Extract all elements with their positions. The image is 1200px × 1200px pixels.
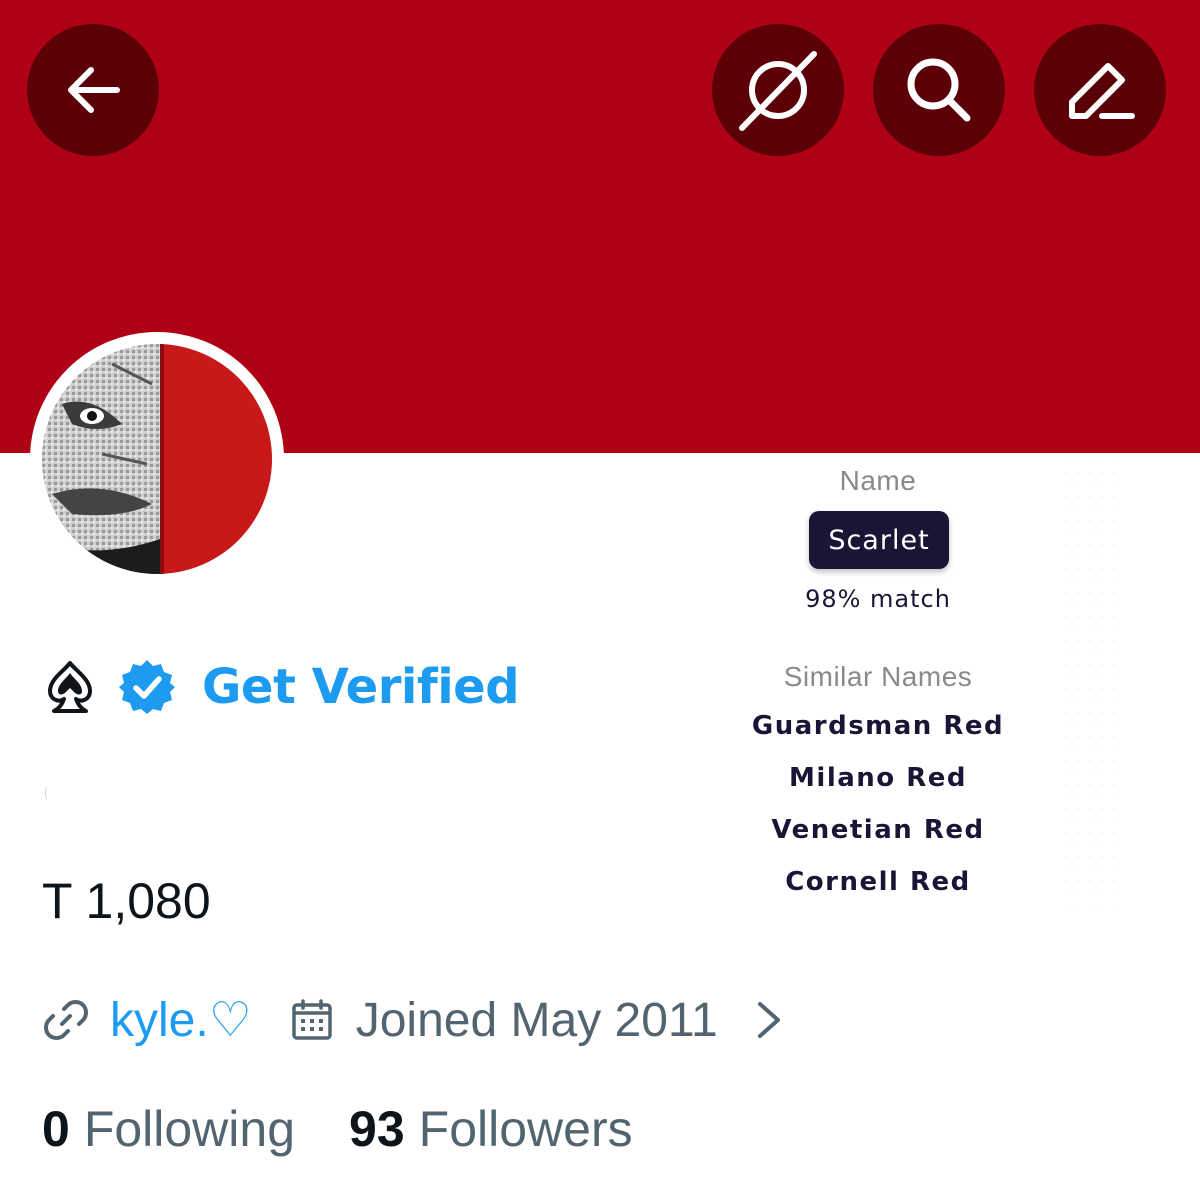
arrow-left-icon xyxy=(68,67,120,113)
match-percent: 98% match xyxy=(805,585,951,613)
followers-label: Followers xyxy=(418,1101,633,1157)
bio-placeholder xyxy=(45,786,50,800)
search-button[interactable] xyxy=(873,24,1005,156)
following-label: Following xyxy=(83,1101,296,1157)
color-name-chip[interactable]: Scarlet xyxy=(809,511,949,569)
grok-icon xyxy=(739,51,817,131)
t-count: T 1,080 xyxy=(42,873,211,929)
follow-stats: 0 Following 93 Followers xyxy=(42,1094,633,1164)
edit-pencil-icon xyxy=(1069,63,1135,119)
profile-meta-row: kyle.♡ Joined May 2011 xyxy=(42,985,784,1055)
edit-button[interactable] xyxy=(1034,24,1166,156)
similar-name-item[interactable]: Cornell Red xyxy=(700,867,1056,897)
spade-icon xyxy=(48,661,92,713)
album-art-avatar xyxy=(42,344,272,574)
joined-date: Joined May 2011 xyxy=(355,993,718,1047)
similar-name-item[interactable]: Venetian Red xyxy=(700,815,1056,845)
link-icon xyxy=(44,1000,88,1040)
chevron-right-icon[interactable] xyxy=(754,998,784,1042)
name-heading: Name xyxy=(839,465,917,496)
back-button[interactable] xyxy=(27,24,159,156)
avatar[interactable] xyxy=(42,344,272,574)
followers-link[interactable]: 93 Followers xyxy=(349,1100,633,1158)
color-name-panel: Name Scarlet 98% match Similar Names Gua… xyxy=(700,455,1120,905)
get-verified-link[interactable]: Get Verified xyxy=(202,659,520,715)
similar-name-item[interactable]: Guardsman Red xyxy=(700,711,1056,741)
profile-link[interactable]: kyle.♡ xyxy=(110,992,252,1048)
avatar-frame[interactable] xyxy=(30,332,284,586)
similar-names-heading: Similar Names xyxy=(783,661,973,692)
verified-badge-icon[interactable] xyxy=(118,658,176,716)
search-icon xyxy=(907,58,971,122)
following-count: 0 xyxy=(42,1101,70,1157)
grok-button[interactable] xyxy=(712,24,844,156)
profile-name-row: Get Verified xyxy=(42,652,520,722)
following-link[interactable]: 0 Following xyxy=(42,1100,295,1158)
similar-name-item[interactable]: Milano Red xyxy=(700,763,1056,793)
followers-count: 93 xyxy=(349,1101,405,1157)
calendar-icon xyxy=(291,999,332,1040)
